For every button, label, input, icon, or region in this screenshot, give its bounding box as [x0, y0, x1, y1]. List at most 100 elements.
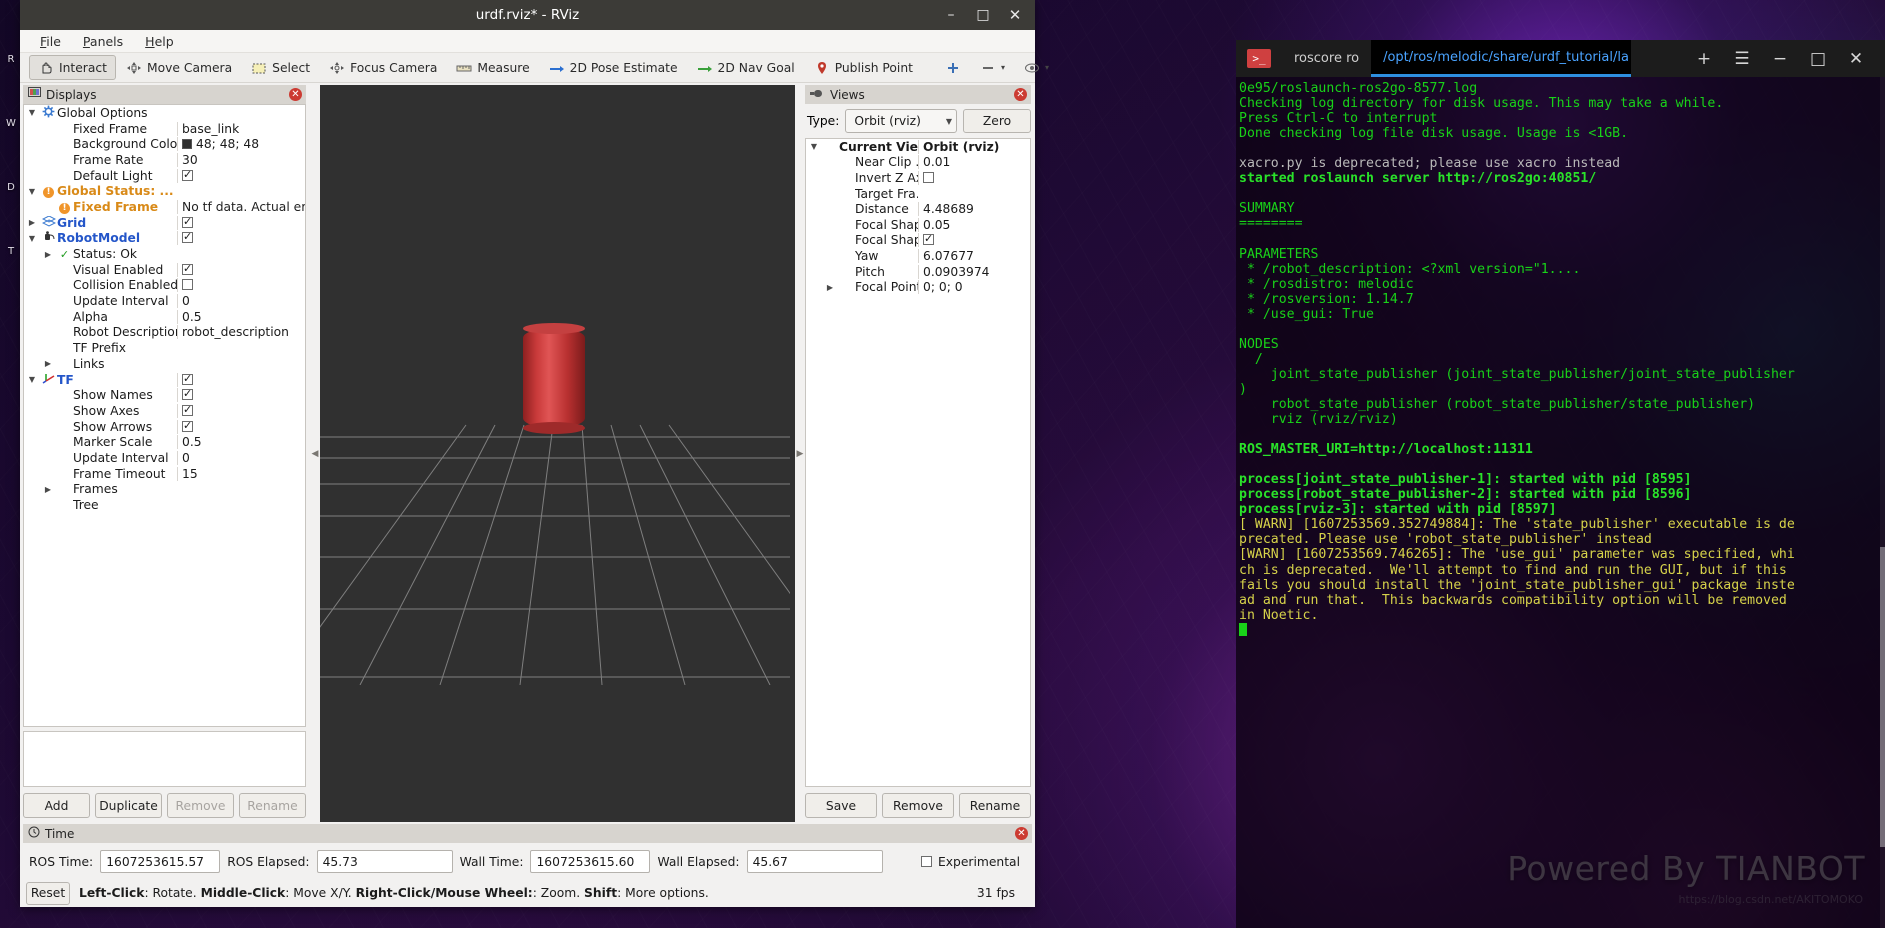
- menu-panels[interactable]: Panels: [73, 32, 133, 51]
- close-icon[interactable]: ✕: [1015, 827, 1028, 840]
- tree-row[interactable]: Invert Z Axis: [806, 170, 1030, 186]
- tree-row[interactable]: ▼ RobotModel: [24, 231, 305, 247]
- views-panel-titlebar[interactable]: Views ✕: [805, 85, 1031, 104]
- tree-row[interactable]: Show Arrows: [24, 419, 305, 435]
- tree-row[interactable]: ▶ ✓ Status: Ok: [24, 246, 305, 262]
- tree-row[interactable]: Focal Shap...: [806, 233, 1030, 249]
- tree-row[interactable]: Frame Rate 30: [24, 152, 305, 168]
- terminal-window[interactable]: >_ roscore ro /opt/ros/melodic/share/urd…: [1236, 40, 1885, 928]
- row-value-cell[interactable]: 0: [177, 294, 305, 309]
- tree-row[interactable]: Marker Scale 0.5: [24, 434, 305, 450]
- row-value-cell[interactable]: [177, 278, 305, 293]
- tree-row[interactable]: Alpha 0.5: [24, 309, 305, 325]
- zero-button[interactable]: Zero: [963, 109, 1031, 133]
- view-type-select[interactable]: Orbit (rviz) ▼: [845, 109, 957, 133]
- experimental-toggle[interactable]: Experimental: [920, 855, 1028, 869]
- duplicate-display-button[interactable]: Duplicate: [95, 793, 162, 818]
- row-value-cell[interactable]: robot_description: [177, 325, 305, 340]
- rviz-titlebar[interactable]: urdf.rviz* - RViz – □ ✕: [20, 0, 1035, 30]
- row-checkbox[interactable]: [923, 171, 934, 183]
- row-checkbox[interactable]: [182, 404, 193, 416]
- tree-row[interactable]: Update Interval 0: [24, 293, 305, 309]
- minimize-icon[interactable]: −: [1761, 40, 1799, 77]
- row-value-cell[interactable]: Orbit (rviz): [918, 139, 1030, 154]
- row-value-cell[interactable]: 0.05: [918, 217, 1030, 232]
- disclosure-triangle-icon[interactable]: ▼: [24, 108, 40, 117]
- tree-row[interactable]: Tree: [24, 497, 305, 513]
- row-value-cell[interactable]: [177, 419, 305, 434]
- tree-row[interactable]: Yaw 6.07677: [806, 248, 1030, 264]
- row-value-cell[interactable]: 0.0903974: [918, 264, 1030, 279]
- tool-2d-pose-estimate[interactable]: 2D Pose Estimate: [540, 55, 687, 80]
- tool-move-camera[interactable]: Move Camera: [117, 55, 241, 80]
- tree-row[interactable]: Visual Enabled: [24, 262, 305, 278]
- tree-row[interactable]: Show Axes: [24, 403, 305, 419]
- close-icon[interactable]: ✕: [1837, 40, 1875, 77]
- toolbar-visibility-button[interactable]: ▾: [1015, 55, 1058, 80]
- row-value-cell[interactable]: [177, 388, 305, 403]
- remove-display-button[interactable]: Remove: [167, 793, 234, 818]
- row-value-cell[interactable]: 48; 48; 48: [177, 137, 305, 152]
- tree-row[interactable]: ▶ Focal Point 0; 0; 0: [806, 279, 1030, 295]
- terminal-tab-roscore[interactable]: roscore ro: [1282, 40, 1371, 77]
- row-value-cell[interactable]: [177, 372, 305, 387]
- row-value-cell[interactable]: 15: [177, 466, 305, 481]
- toolbar-add-tool-button[interactable]: [936, 55, 970, 80]
- row-checkbox[interactable]: [182, 420, 193, 432]
- row-value-cell[interactable]: 4.48689: [918, 202, 1030, 217]
- desktop-icon[interactable]: D: [0, 156, 22, 220]
- ros-time-input[interactable]: 1607253615.57: [100, 850, 221, 873]
- tree-row[interactable]: Update Interval 0: [24, 450, 305, 466]
- row-checkbox[interactable]: [182, 388, 193, 401]
- row-value-cell[interactable]: 0.01: [918, 155, 1030, 170]
- tree-row[interactable]: Pitch 0.0903974: [806, 264, 1030, 280]
- row-checkbox[interactable]: [182, 231, 193, 244]
- splitter-right[interactable]: ▶: [795, 85, 805, 822]
- tree-row[interactable]: Robot Description robot_description: [24, 325, 305, 341]
- reset-button[interactable]: Reset: [26, 881, 70, 905]
- disclosure-triangle-icon[interactable]: ▶: [40, 359, 56, 368]
- wall-time-input[interactable]: 1607253615.60: [530, 850, 651, 873]
- tree-row[interactable]: Focal Shap... 0.05: [806, 217, 1030, 233]
- row-value-cell[interactable]: 6.07677: [918, 248, 1030, 263]
- experimental-checkbox[interactable]: [920, 856, 932, 867]
- terminal-titlebar[interactable]: >_ roscore ro /opt/ros/melodic/share/urd…: [1236, 40, 1885, 77]
- save-view-button[interactable]: Save: [805, 793, 877, 818]
- add-display-button[interactable]: Add: [23, 793, 90, 818]
- maximize-icon[interactable]: □: [967, 0, 999, 30]
- minimize-icon[interactable]: –: [935, 0, 967, 30]
- row-value-cell[interactable]: 0; 0; 0: [918, 280, 1030, 295]
- disclosure-triangle-icon[interactable]: ▶: [40, 485, 56, 494]
- tree-row[interactable]: ▼ Current View Orbit (rviz): [806, 139, 1030, 155]
- close-icon[interactable]: ✕: [1014, 88, 1027, 101]
- row-value-cell[interactable]: [177, 168, 305, 183]
- rename-display-button[interactable]: Rename: [239, 793, 306, 818]
- render-view-3d[interactable]: [320, 85, 795, 822]
- row-value-cell[interactable]: base_link: [177, 121, 305, 136]
- row-value-cell[interactable]: 0.5: [177, 435, 305, 450]
- tool-publish-point[interactable]: Publish Point: [805, 55, 922, 80]
- tool-measure[interactable]: Measure: [447, 55, 538, 80]
- tool-select[interactable]: Select: [242, 55, 319, 80]
- row-checkbox[interactable]: [182, 279, 193, 291]
- color-swatch[interactable]: [182, 139, 192, 150]
- tree-row[interactable]: Frame Timeout 15: [24, 466, 305, 482]
- row-value-cell[interactable]: 0: [177, 450, 305, 465]
- row-value-cell[interactable]: 0.5: [177, 309, 305, 324]
- row-value-cell[interactable]: [918, 170, 1030, 185]
- disclosure-triangle-icon[interactable]: ▶: [822, 283, 838, 292]
- disclosure-triangle-icon[interactable]: ▼: [24, 375, 40, 384]
- row-value-cell[interactable]: [177, 262, 305, 277]
- row-checkbox[interactable]: [182, 373, 193, 385]
- tool-focus-camera[interactable]: Focus Camera: [320, 55, 446, 80]
- tree-row[interactable]: ▶ Frames: [24, 482, 305, 498]
- close-icon[interactable]: ✕: [289, 88, 302, 101]
- tree-row[interactable]: Target Fra...: [806, 186, 1030, 202]
- row-value-cell[interactable]: [177, 231, 305, 246]
- tree-row[interactable]: ▶ Links: [24, 356, 305, 372]
- tool-interact[interactable]: Interact: [29, 55, 116, 80]
- disclosure-triangle-icon[interactable]: ▼: [24, 234, 40, 243]
- disclosure-triangle-icon[interactable]: ▼: [24, 187, 40, 196]
- tree-row[interactable]: Distance 4.48689: [806, 201, 1030, 217]
- time-panel-titlebar[interactable]: Time ✕: [23, 824, 1032, 843]
